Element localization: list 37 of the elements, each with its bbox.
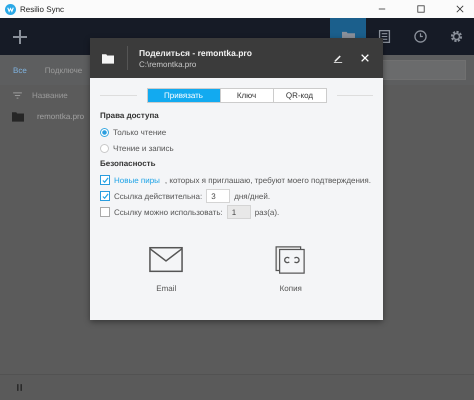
radio-label[interactable]: Чтение и запись [113,144,174,152]
add-icon[interactable] [13,30,27,44]
checkbox[interactable] [100,191,110,201]
radio-button[interactable] [100,144,109,152]
radio-label[interactable]: Только чтение [113,128,166,136]
option-label: Ссылку можно использовать: [114,208,223,216]
number-field[interactable]: 3 [206,189,230,203]
maximize-icon[interactable] [417,5,425,13]
dialog-tab[interactable]: QR-код [272,89,326,102]
close-icon[interactable] [456,5,464,13]
list-icon [378,30,390,43]
checkbox[interactable] [100,175,110,185]
app-logo-icon [5,4,16,14]
section-heading: Права доступа [100,111,160,120]
pause-icon[interactable] [17,384,22,391]
settings-icon [450,30,462,43]
envelope-icon[interactable] [149,246,184,274]
unit-label: дня/дней. [234,192,270,200]
check-icon [102,176,108,184]
action-label[interactable]: Email [156,284,176,293]
section-heading: Безопасность [100,159,156,168]
folder-path: C:\remontka.pro [139,60,198,68]
folder-icon [102,52,114,64]
option-label: , которых я приглашаю, требуют моего подтверждения. [164,176,371,184]
option-label: Ссылка действительна: [114,192,202,200]
action-label[interactable]: Копия [280,284,302,293]
dialog-tab[interactable]: Ключ [220,89,272,102]
clock-icon [414,30,426,43]
checkbox[interactable] [100,207,110,217]
folder-icon [12,110,24,122]
window-title: Resilio Sync [20,4,64,14]
check-icon [102,192,108,200]
edit-icon[interactable] [333,53,343,63]
number-field[interactable]: 1 [226,205,251,219]
dialog-title: Поделиться - remontka.pro [139,48,252,58]
unit-label: раз(а). [254,208,280,216]
radio-button[interactable] [100,128,109,136]
